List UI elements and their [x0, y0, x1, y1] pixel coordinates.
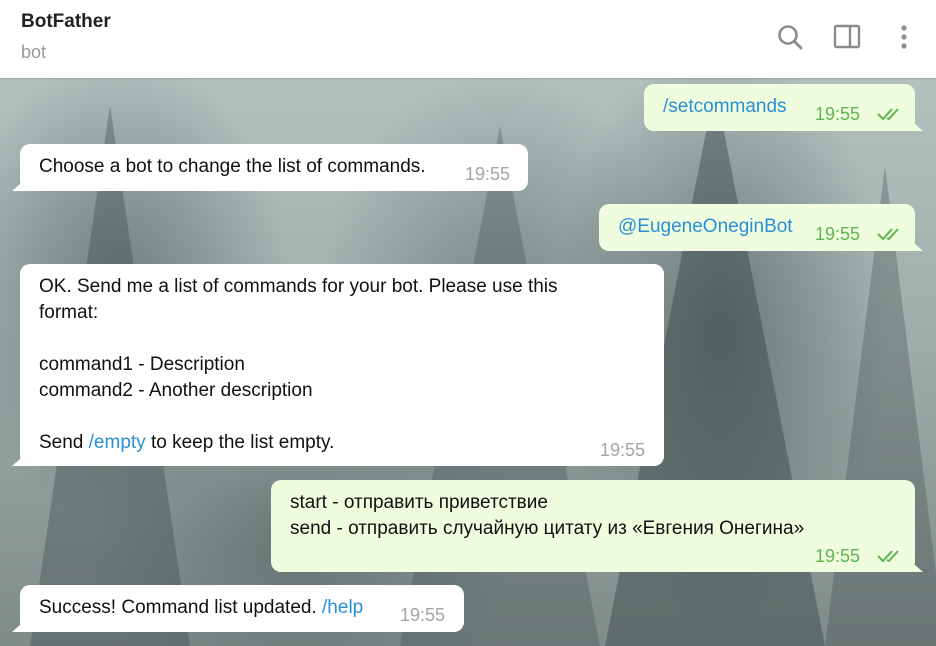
chat-header: BotFather bot — [0, 0, 936, 78]
chat-messages-area[interactable]: /setcommands 19:55 Choose a bot to chang… — [0, 78, 936, 646]
message-line: command2 - Another description — [39, 380, 313, 401]
message-line: Send /empty to keep the list empty. — [39, 430, 334, 456]
message-time: 19:55 — [465, 164, 511, 184]
message-text: Choose a bot to change the list of comma… — [39, 156, 426, 177]
double-check-icon — [877, 550, 899, 563]
incoming-message[interactable]: Choose a bot to change the list of comma… — [20, 144, 528, 191]
message-text: Send — [39, 432, 89, 453]
chat-subtitle: bot — [21, 42, 47, 62]
bot-username-link[interactable]: @EugeneOneginBot — [618, 214, 793, 240]
message-line: start - отправить приветствие — [290, 492, 548, 513]
outgoing-message[interactable]: start - отправить приветствие send - отп… — [271, 480, 915, 572]
outgoing-message[interactable]: @EugeneOneginBot 19:55 — [599, 204, 915, 251]
message-time: 19:55 — [400, 605, 446, 625]
message-text: to keep the list empty. — [145, 432, 335, 453]
incoming-message[interactable]: OK. Send me a list of commands for your … — [20, 264, 664, 466]
sidebar-panel-icon[interactable] — [832, 22, 862, 52]
message-time: 19:55 — [815, 546, 861, 566]
message-line: format: — [39, 302, 99, 323]
message-text: Success! Command list updated. — [39, 597, 323, 618]
search-icon[interactable] — [775, 22, 805, 52]
command-link[interactable]: /setcommands — [663, 94, 787, 120]
message-line: send - отправить случайную цитату из «Ев… — [290, 518, 805, 539]
double-check-icon — [877, 228, 899, 241]
command-link[interactable]: /help — [322, 597, 363, 618]
more-vertical-icon[interactable] — [889, 22, 919, 52]
outgoing-message[interactable]: /setcommands 19:55 — [644, 84, 915, 131]
double-check-icon — [877, 108, 899, 121]
message-time: 19:55 — [815, 104, 861, 124]
chat-title[interactable]: BotFather — [21, 11, 111, 33]
message-line: OK. Send me a list of commands for your … — [39, 276, 558, 297]
message-time: 19:55 — [600, 440, 646, 460]
incoming-message[interactable]: Success! Command list updated. /help 19:… — [20, 585, 464, 632]
message-line: command1 - Description — [39, 354, 245, 375]
message-line: Success! Command list updated. /help — [39, 595, 363, 621]
command-link[interactable]: /empty — [89, 432, 146, 453]
message-time: 19:55 — [815, 224, 861, 244]
